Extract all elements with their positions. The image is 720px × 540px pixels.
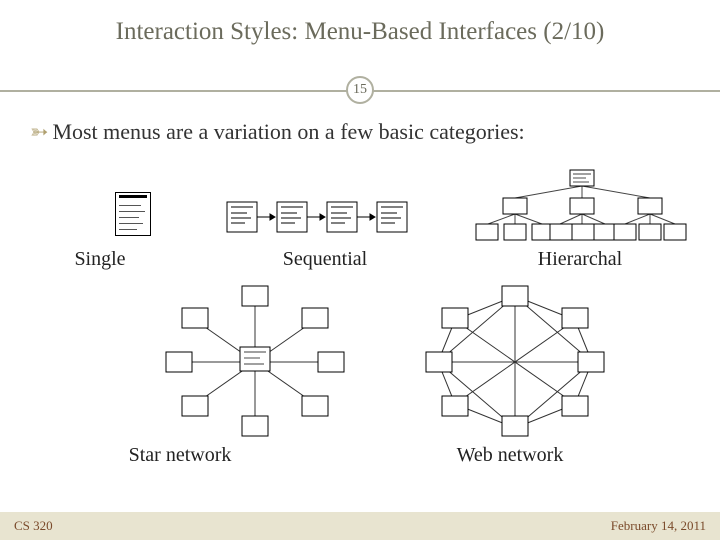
diagram-web [420,282,610,442]
diagram-star [160,282,350,442]
label-web: Web network [360,444,720,467]
label-single: Single [0,248,200,271]
row2-labels: Star network Web network [0,444,720,467]
slide-title: Interaction Styles: Menu-Based Interface… [0,0,720,46]
slide: Interaction Styles: Menu-Based Interface… [0,0,720,540]
label-sequential: Sequential [200,248,450,271]
bullet-line: ➳Most menus are a variation on a few bas… [30,118,690,147]
diagram-sequential [225,198,435,238]
bullet-text: Most menus are a variation on a few basi… [52,119,524,144]
row1-labels: Single Sequential Hierarchal [0,248,720,271]
page-number-badge: 15 [346,76,374,104]
diagram-hierarchical [460,168,705,246]
footer-course: CS 320 [14,518,53,534]
label-hierarchical: Hierarchal [450,248,710,271]
footer: CS 320 February 14, 2011 [0,512,720,540]
label-star: Star network [0,444,360,467]
footer-date: February 14, 2011 [611,518,706,534]
diagram-single [115,192,151,236]
bullet-icon: ➳ [30,119,48,144]
